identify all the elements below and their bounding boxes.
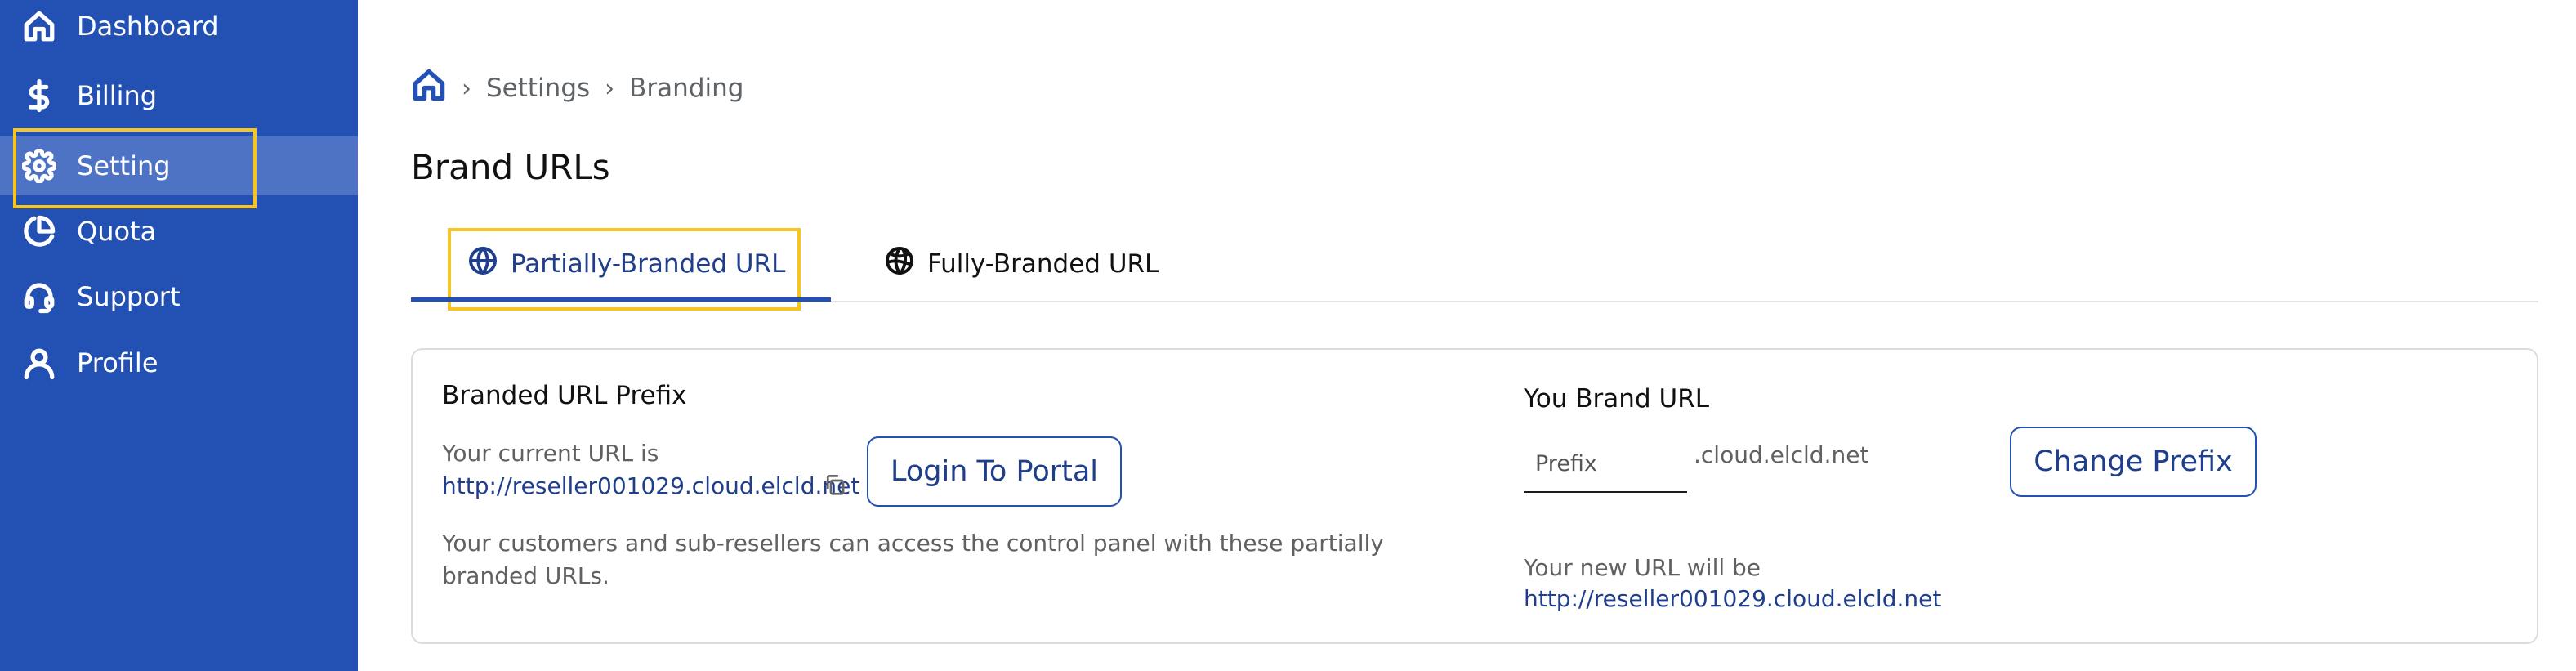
home-icon[interactable] — [411, 67, 447, 110]
breadcrumb-branding: Branding — [629, 74, 744, 103]
tab-fully-branded-url[interactable]: Fully-Branded URL — [885, 229, 1159, 299]
sidebar-item-label: Support — [77, 281, 181, 312]
new-url-link[interactable]: http://reseller001029.cloud.elcld.net — [1524, 585, 1941, 612]
copy-icon[interactable] — [823, 472, 847, 500]
sidebar-item-label: Billing — [77, 80, 158, 111]
login-to-portal-button[interactable]: Login To Portal — [867, 436, 1122, 507]
sidebar-item-label: Quota — [77, 216, 157, 247]
sidebar-item-dashboard[interactable]: Dashboard — [0, 0, 358, 56]
tab-partially-branded-url[interactable]: Partially-Branded URL — [468, 229, 785, 299]
tab-label: Partially-Branded URL — [511, 249, 786, 279]
current-url-label: Your current URL is — [442, 440, 659, 467]
current-url-link[interactable]: http://reseller001029.cloud.elcld.net — [442, 472, 859, 499]
sidebar: Dashboard Billing Setting Quota Support … — [0, 0, 358, 671]
chevron-right-icon: › — [605, 74, 615, 103]
brand-url-heading: You Brand URL — [1524, 384, 1709, 414]
headset-icon — [21, 279, 57, 315]
branding-card: Branded URL Prefix Your current URL is h… — [411, 348, 2538, 644]
branded-url-prefix-heading: Branded URL Prefix — [442, 381, 687, 410]
page-title: Brand URLs — [411, 147, 610, 187]
sidebar-item-billing[interactable]: Billing — [0, 66, 358, 125]
globe-grid-icon — [885, 246, 927, 282]
description-line-1: Your customers and sub-resellers can acc… — [442, 530, 1384, 557]
prefix-input[interactable] — [1524, 436, 1687, 493]
change-prefix-button[interactable]: Change Prefix — [2010, 427, 2257, 497]
globe-icon — [468, 246, 511, 282]
domain-suffix: .cloud.elcld.net — [1694, 441, 1869, 468]
description-line-2: branded URLs. — [442, 562, 609, 589]
sidebar-item-label: Profile — [77, 347, 158, 378]
breadcrumb-settings[interactable]: Settings — [486, 74, 590, 103]
breadcrumb: › Settings › Branding — [411, 69, 744, 106]
chevron-right-icon: › — [462, 74, 471, 103]
tab-bar: Partially-Branded URL Fully-Branded URL — [411, 229, 2538, 302]
tab-label: Fully-Branded URL — [927, 249, 1159, 279]
sidebar-item-profile[interactable]: Profile — [0, 333, 358, 392]
sidebar-item-quota[interactable]: Quota — [0, 202, 358, 261]
pie-chart-icon — [21, 213, 57, 249]
sidebar-setting-highlight — [13, 128, 257, 208]
sidebar-item-label: Dashboard — [77, 11, 219, 42]
new-url-label: Your new URL will be — [1524, 554, 1761, 581]
active-tab-indicator — [411, 297, 831, 302]
user-icon — [21, 345, 57, 381]
home-icon — [21, 8, 57, 44]
dollar-icon — [21, 78, 57, 114]
sidebar-item-support[interactable]: Support — [0, 267, 358, 326]
